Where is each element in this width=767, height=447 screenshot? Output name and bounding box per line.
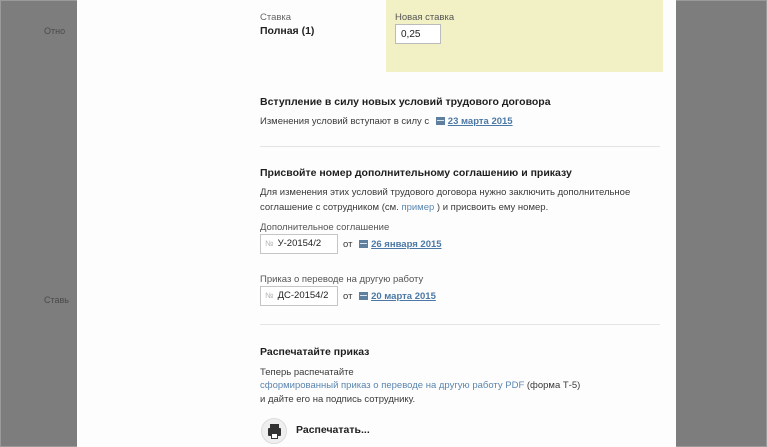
numbering-section-title: Присвойте номер дополнительному соглашен… (260, 167, 572, 179)
print-text-line3: и дайте его на подпись сотруднику. (260, 394, 416, 405)
numbering-text-post: ) и присвоить ему номер. (436, 202, 549, 213)
order-number-field[interactable]: № ДС-20154/2 (260, 286, 338, 306)
order-label: Приказ о переводе на другую работу (260, 274, 424, 285)
background-text: Ставь (44, 295, 69, 305)
agreement-number-field[interactable]: № У-20154/2 (260, 234, 338, 254)
agreement-date: 26 января 2015 (371, 239, 442, 250)
print-button-label[interactable]: Распечатать... (296, 424, 370, 436)
calendar-icon (359, 240, 369, 248)
order-number-value: ДС-20154/2 (277, 290, 329, 301)
effective-date-link[interactable]: 23 марта 2015 (435, 116, 513, 127)
numbering-text-pre: соглашение с сотрудником (см. (260, 202, 399, 213)
section-divider (260, 324, 660, 325)
new-rate-panel: Новая ставка (386, 0, 663, 72)
new-rate-label: Новая ставка (395, 12, 455, 23)
calendar-icon (435, 117, 445, 125)
agreement-number-value: У-20154/2 (277, 238, 322, 249)
number-prefix: № (265, 239, 274, 248)
print-section-title: Распечатайте приказ (260, 346, 370, 358)
printer-icon-paper (271, 433, 278, 439)
modal-dialog: Ставка Полная (1) Новая ставка Вступлени… (77, 0, 676, 447)
rate-value: Полная (1) (260, 25, 315, 37)
background-text: Отно (44, 26, 66, 36)
background-right-panel (676, 1, 766, 446)
order-date-group: от 20 марта 2015 (343, 291, 436, 302)
background-left-panel (1, 1, 77, 446)
order-date: 20 марта 2015 (371, 291, 436, 302)
form-note: (форма Т-5) (526, 380, 581, 391)
effective-date: 23 марта 2015 (447, 116, 513, 127)
print-text-line2: сформированный приказ о переводе на друг… (260, 380, 580, 391)
numbering-text-line2: соглашение с сотрудником (см. пример ) и… (260, 202, 548, 213)
example-link[interactable]: пример (401, 202, 434, 213)
from-label: от (343, 239, 353, 250)
rate-label: Ставка (260, 12, 292, 23)
agreement-date-link[interactable]: 26 января 2015 (359, 239, 442, 250)
effective-text-label: Изменения условий вступают в силу с (260, 116, 430, 127)
numbering-text-line1: Для изменения этих условий трудового дог… (260, 187, 631, 198)
order-date-link[interactable]: 20 марта 2015 (359, 291, 436, 302)
calendar-icon (359, 292, 369, 300)
effective-section-title: Вступление в силу новых условий трудовог… (260, 96, 551, 108)
agreement-label: Дополнительное соглашение (260, 222, 390, 233)
number-prefix: № (265, 291, 274, 300)
agreement-date-group: от 26 января 2015 (343, 239, 442, 250)
order-pdf-link[interactable]: сформированный приказ о переводе на друг… (260, 380, 524, 391)
print-text-line1: Теперь распечатайте (260, 367, 354, 378)
new-rate-input[interactable] (395, 24, 441, 44)
print-button[interactable] (261, 418, 287, 444)
effective-text: Изменения условий вступают в силу с 23 м… (260, 116, 513, 127)
section-divider (260, 146, 660, 147)
from-label: от (343, 291, 353, 302)
